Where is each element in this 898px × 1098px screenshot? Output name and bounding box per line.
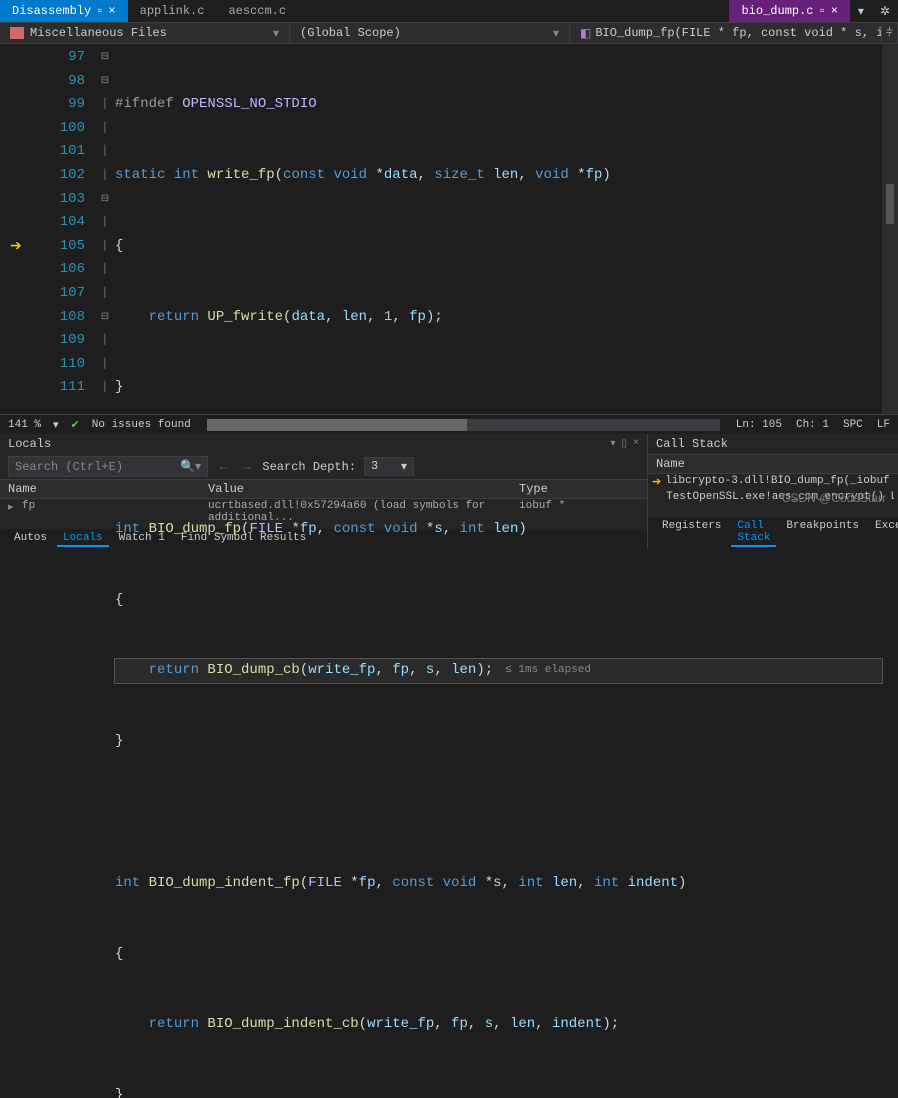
fold-toggle[interactable]: ⊟ bbox=[95, 306, 115, 330]
current-line: return BIO_dump_cb(write_fp, fp, s, len)… bbox=[115, 659, 882, 683]
scope-selector[interactable]: (Global Scope)▾ bbox=[290, 23, 570, 43]
chevron-down-icon: ▾ bbox=[553, 26, 559, 41]
chevron-down-icon: ▾ bbox=[273, 26, 279, 41]
execution-pointer-icon: ➔ bbox=[10, 238, 22, 255]
line-number-gutter: 9798991001011021031041051061071081091101… bbox=[0, 44, 95, 414]
pin-icon[interactable]: ▫ bbox=[96, 4, 103, 18]
function-icon: ◧ bbox=[580, 26, 591, 41]
tab-applink[interactable]: applink.c bbox=[128, 0, 217, 22]
close-icon[interactable]: × bbox=[831, 4, 838, 18]
tab-biodump[interactable]: bio_dump.c▫× bbox=[729, 0, 849, 22]
fold-column: ⊟⊟││││⊟││││⊟│││ bbox=[95, 44, 115, 414]
fold-toggle[interactable]: ⊟ bbox=[95, 46, 115, 70]
zoom-chevron-icon[interactable]: ▾ bbox=[53, 418, 59, 432]
project-selector[interactable]: Miscellaneous Files▾ bbox=[0, 23, 290, 43]
horizontal-scrollbar[interactable] bbox=[207, 419, 720, 431]
code-area[interactable]: #ifndef OPENSSL_NO_STDIO static int writ… bbox=[115, 44, 882, 414]
close-icon[interactable]: × bbox=[108, 4, 115, 18]
tab-aesccm[interactable]: aesccm.c bbox=[216, 0, 298, 22]
gear-icon[interactable]: ✲ bbox=[872, 1, 898, 22]
fold-toggle[interactable]: ⊟ bbox=[95, 70, 115, 94]
vertical-scrollbar[interactable] bbox=[882, 44, 898, 414]
scrollbar-thumb[interactable] bbox=[886, 184, 894, 224]
chevron-down-icon[interactable]: ▾ bbox=[850, 1, 872, 22]
tab-disassembly[interactable]: Disassembly▫× bbox=[0, 0, 128, 22]
watermark: CSDN @CodeStarr bbox=[782, 491, 886, 505]
code-editor[interactable]: ➔ 97989910010110210310410510610710810911… bbox=[0, 44, 898, 414]
pin-icon[interactable]: ▫ bbox=[819, 4, 826, 18]
project-icon bbox=[10, 27, 24, 39]
zoom-level[interactable]: 141 % bbox=[8, 419, 41, 431]
navigation-bar: Miscellaneous Files▾ (Global Scope)▾ ◧BI… bbox=[0, 22, 898, 44]
function-selector[interactable]: ◧BIO_dump_fp(FILE * fp, const void * s, … bbox=[570, 23, 882, 43]
check-icon: ✔ bbox=[71, 418, 80, 432]
tab-bar: Disassembly▫× applink.c aesccm.c bio_dum… bbox=[0, 0, 898, 22]
tab-autos[interactable]: Autos bbox=[8, 531, 53, 547]
fold-toggle[interactable]: ⊟ bbox=[95, 188, 115, 212]
split-icon[interactable]: ⫩ bbox=[882, 23, 898, 43]
tab-locals[interactable]: Locals bbox=[57, 531, 109, 547]
expand-icon[interactable]: ▸ bbox=[8, 500, 22, 524]
scrollbar-thumb[interactable] bbox=[207, 419, 467, 431]
perf-tip: ≤ 1ms elapsed bbox=[505, 659, 591, 683]
